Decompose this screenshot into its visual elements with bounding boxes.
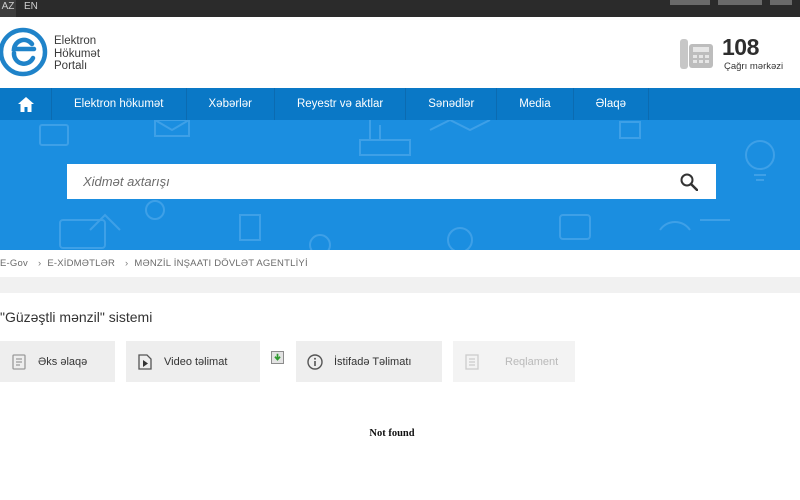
regulation-button-label: Reqlament <box>505 355 559 368</box>
language-en[interactable]: EN <box>24 0 38 17</box>
phone-icon <box>680 39 713 69</box>
download-icon[interactable] <box>271 351 284 364</box>
service-search-box <box>67 164 716 199</box>
home-icon <box>17 96 34 112</box>
breadcrumb: E-Gov › E-XİDMƏTLƏR › MƏNZİL İNŞAATI DÖV… <box>0 250 800 277</box>
feedback-icon <box>0 353 38 370</box>
video-guide-button[interactable]: Video təlimat <box>126 341 260 382</box>
call-center-number[interactable]: 108 <box>722 34 759 61</box>
search-icon[interactable] <box>680 173 698 191</box>
nav-item-news[interactable]: Xəbərlər <box>187 88 275 120</box>
nav-item-documents[interactable]: Sənədlər <box>406 88 498 120</box>
nav-item-media[interactable]: Media <box>497 88 574 120</box>
top-bar-links <box>670 0 792 6</box>
language-az[interactable]: AZ <box>0 0 16 17</box>
logo-line: Portalı <box>54 60 88 72</box>
site-header: Elektron Hökumət Portalı 108 Çağrı mərkə… <box>0 17 800 88</box>
not-found-message: Not found <box>369 428 415 439</box>
regulation-button[interactable]: Reqlament <box>453 341 575 382</box>
main-navigation: Elektron hökumət Xəbərlər Reyestr və akt… <box>0 88 800 120</box>
breadcrumb-item-e-services[interactable]: E-XİDMƏTLƏR <box>47 258 115 269</box>
logo-line: Hökumət <box>54 47 101 60</box>
e-gov-logo-icon[interactable] <box>0 27 48 77</box>
call-center-label: Çağrı mərkəzi <box>724 61 784 72</box>
page-title: "Güzəştli mənzil" sistemi <box>0 309 153 325</box>
feedback-button-label: Əks əlaqə <box>38 355 88 368</box>
service-search-input[interactable] <box>67 164 657 199</box>
user-guide-button[interactable]: İstifadə Təlimatı <box>296 341 442 382</box>
nav-item-electronic-government[interactable]: Elektron hökumət <box>52 88 187 120</box>
breadcrumb-item-agency[interactable]: MƏNZİL İNŞAATI DÖVLƏT AGENTLİYİ <box>134 258 307 269</box>
chevron-right-icon: › <box>125 258 129 269</box>
video-guide-button-label: Video təlimat <box>164 355 228 368</box>
breadcrumb-item-egov[interactable]: E-Gov <box>0 258 28 269</box>
logo-text[interactable]: Elektron Hökumət Portalı <box>54 35 100 73</box>
info-icon <box>296 353 334 370</box>
top-link[interactable] <box>770 0 792 5</box>
chevron-right-icon: › <box>37 258 42 269</box>
nav-item-registry[interactable]: Reyestr və aktlar <box>275 88 407 120</box>
document-icon <box>453 353 491 370</box>
user-guide-button-label: İstifadə Təlimatı <box>334 355 412 368</box>
top-link[interactable] <box>718 0 762 5</box>
video-icon <box>126 353 164 370</box>
top-bar: AZ EN <box>0 0 800 17</box>
logo-line: Elektron <box>54 35 97 47</box>
hero-banner <box>0 120 800 250</box>
top-link[interactable] <box>670 0 710 5</box>
divider-band <box>0 277 800 293</box>
feedback-button[interactable]: Əks əlaqə <box>0 341 115 382</box>
nav-home-button[interactable] <box>0 88 52 120</box>
nav-item-contact[interactable]: Əlaqə <box>574 88 650 120</box>
